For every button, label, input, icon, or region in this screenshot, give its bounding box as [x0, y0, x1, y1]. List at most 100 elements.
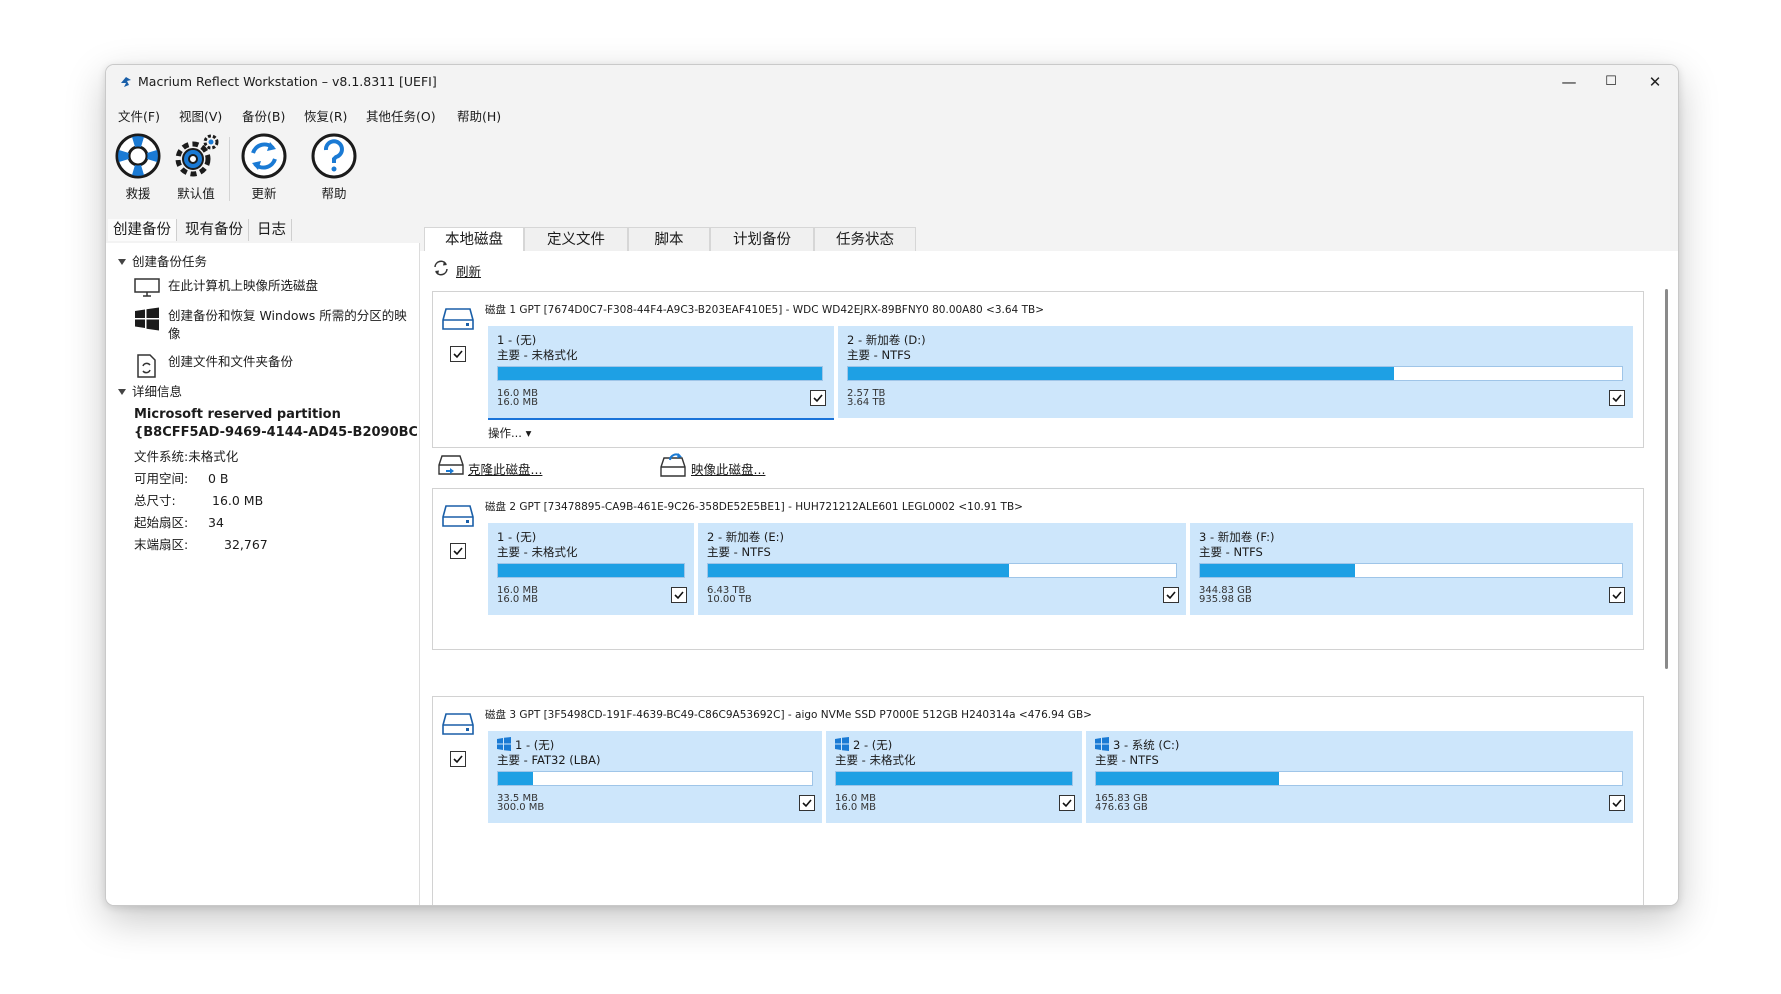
- partition-checkbox[interactable]: [1609, 587, 1625, 603]
- main-panel: 本地磁盘 定义文件 脚本 计划备份 任务状态 刷新 磁盘 1 GPT [7674…: [420, 219, 1678, 905]
- app-window: Macrium Reflect Workstation – v8.1.8311 …: [105, 64, 1679, 906]
- selected-partition-indicator: [488, 418, 834, 420]
- title-bar: Macrium Reflect Workstation – v8.1.8311 …: [106, 65, 1678, 99]
- windows-logo-icon: [497, 737, 511, 751]
- tab-existing-backups[interactable]: 现有备份: [180, 219, 249, 241]
- help-button[interactable]: 帮助: [304, 129, 364, 203]
- disk-3-partition-2[interactable]: 2 - (无) 主要 - 未格式化 16.0 MB 16.0 MB: [826, 731, 1082, 823]
- clone-disk-link[interactable]: 克隆此磁盘...: [468, 459, 542, 478]
- menu-restore[interactable]: 恢复(R): [304, 106, 347, 125]
- disk-3-panel: 磁盘 3 GPT [3F5498CD-191F-4639-BC49-C86C9A…: [432, 696, 1644, 905]
- checkmark-icon: [674, 591, 684, 600]
- tab-task-status[interactable]: 任务状态: [814, 227, 916, 251]
- disk-1-partition-1[interactable]: 1 - (无) 主要 - 未格式化 16.0 MB 16.0 MB: [488, 326, 834, 418]
- help-label: 帮助: [321, 186, 347, 201]
- menu-help[interactable]: 帮助(H): [457, 106, 501, 125]
- tab-scheduled-backups[interactable]: 计划备份: [710, 227, 814, 251]
- partition-type: 主要 - NTFS: [1095, 753, 1159, 767]
- refresh-icon: [434, 260, 448, 276]
- close-button[interactable]: ✕: [1632, 65, 1678, 99]
- detail-end-sector: 末端扇区: 32,767: [134, 537, 268, 552]
- partition-checkbox[interactable]: [1609, 795, 1625, 811]
- checkmark-icon: [813, 394, 823, 403]
- menu-other-tasks[interactable]: 其他任务(O): [366, 106, 436, 125]
- partition-checkbox[interactable]: [1059, 795, 1075, 811]
- defaults-button[interactable]: 默认值: [166, 129, 226, 203]
- partition-name: Microsoft reserved partition: [134, 407, 341, 422]
- usage-bar: [1095, 771, 1623, 786]
- detail-filesystem: 文件系统: 未格式化: [134, 449, 239, 464]
- checkmark-icon: [1166, 591, 1176, 600]
- usage-bar: [835, 771, 1073, 786]
- partition-guid: {B8CFF5AD-9469-4144-AD45-B2090BC7CF: [134, 425, 417, 440]
- image-disk-link[interactable]: 映像此磁盘...: [691, 459, 765, 478]
- main-tab-strip: 本地磁盘 定义文件 脚本 计划备份 任务状态: [420, 219, 1678, 251]
- menu-bar: 文件(F) 视图(V) 备份(B) 恢复(R) 其他任务(O) 帮助(H): [106, 99, 1678, 127]
- rescue-button[interactable]: 救援: [108, 129, 168, 203]
- partition-type: 主要 - FAT32 (LBA): [497, 753, 601, 767]
- tab-create-backup[interactable]: 创建备份: [108, 219, 177, 241]
- partition-type: 主要 - NTFS: [847, 348, 911, 362]
- disk-1-checkbox[interactable]: [450, 346, 466, 362]
- hard-disk-icon: [442, 505, 474, 527]
- disk-2-partition-2[interactable]: 2 - 新加卷 (E:) 主要 - NTFS 6.43 TB 10.00 TB: [698, 523, 1186, 615]
- disk-2-partition-3[interactable]: 3 - 新加卷 (F:) 主要 - NTFS 344.83 GB 935.98 …: [1190, 523, 1633, 615]
- partition-type: 主要 - 未格式化: [497, 545, 578, 559]
- partition-type: 主要 - 未格式化: [835, 753, 916, 767]
- usage-bar-fill: [836, 772, 1072, 785]
- menu-file[interactable]: 文件(F): [118, 106, 160, 125]
- maximize-button[interactable]: ☐: [1588, 65, 1634, 99]
- menu-view[interactable]: 视图(V): [179, 106, 222, 125]
- partition-name: 2 - 新加卷 (E:): [707, 530, 785, 544]
- partition-type: 主要 - NTFS: [707, 545, 771, 559]
- vertical-scrollbar[interactable]: [1665, 289, 1668, 669]
- task-image-windows-partitions[interactable]: 创建备份和恢复 Windows 所需的分区的映像: [134, 307, 414, 343]
- disk-3-checkbox[interactable]: [450, 751, 466, 767]
- tab-definition-files[interactable]: 定义文件: [524, 227, 628, 251]
- partition-checkbox[interactable]: [799, 795, 815, 811]
- partition-checkbox[interactable]: [1163, 587, 1179, 603]
- disk-2-checkbox[interactable]: [450, 543, 466, 559]
- partition-checkbox[interactable]: [671, 587, 687, 603]
- clone-disk-icon: [438, 455, 464, 475]
- checkmark-icon: [1612, 394, 1622, 403]
- update-button[interactable]: 更新: [234, 129, 294, 203]
- disk-3-partition-1[interactable]: 1 - (无) 主要 - FAT32 (LBA) 33.5 MB 300.0 M…: [488, 731, 822, 823]
- checkmark-icon: [1062, 799, 1072, 808]
- file-backup-icon: [137, 354, 156, 378]
- partition-checkbox[interactable]: [1609, 390, 1625, 406]
- usage-bar: [497, 771, 813, 786]
- partition-checkbox[interactable]: [810, 390, 826, 406]
- details-section-header[interactable]: 详细信息: [118, 381, 182, 400]
- tab-scripts[interactable]: 脚本: [628, 227, 710, 251]
- refresh-label: 刷新: [456, 264, 482, 279]
- tab-log[interactable]: 日志: [252, 219, 292, 241]
- usage-bar: [497, 563, 685, 578]
- task-file-folder-backup[interactable]: 创建文件和文件夹备份: [134, 353, 414, 378]
- disk-2-header: 磁盘 2 GPT [73478895-CA9B-461E-9C26-358DE5…: [485, 501, 1023, 513]
- window-title: Macrium Reflect Workstation – v8.1.8311 …: [138, 74, 437, 89]
- menu-backup[interactable]: 备份(B): [242, 106, 285, 125]
- details-section-title: 详细信息: [132, 384, 183, 399]
- windows-logo-icon: [835, 737, 849, 751]
- minimize-button[interactable]: —: [1546, 65, 1592, 99]
- disk-1-partition-2[interactable]: 2 - 新加卷 (D:) 主要 - NTFS 2.57 TB 3.64 TB: [838, 326, 1633, 418]
- task-image-disks[interactable]: 在此计算机上映像所选磁盘: [134, 277, 414, 297]
- partition-type: 主要 - 未格式化: [497, 348, 578, 362]
- tasks-section-header[interactable]: 创建备份任务: [118, 251, 207, 270]
- monitor-icon: [134, 278, 160, 297]
- disk-3-partition-3[interactable]: 3 - 系统 (C:) 主要 - NTFS 165.83 GB 476.63 G…: [1086, 731, 1633, 823]
- usage-bar-fill: [498, 564, 684, 577]
- disk-1-operations-menu[interactable]: 操作... ▾: [488, 425, 531, 441]
- partition-total: 3.64 TB: [847, 397, 886, 408]
- usage-bar-fill: [1200, 564, 1356, 577]
- rescue-label: 救援: [125, 186, 151, 201]
- update-label: 更新: [251, 186, 277, 201]
- tab-local-disks[interactable]: 本地磁盘: [424, 227, 524, 251]
- checkmark-icon: [453, 547, 463, 556]
- disk-2-partition-1[interactable]: 1 - (无) 主要 - 未格式化 16.0 MB 16.0 MB: [488, 523, 694, 615]
- usage-bar-fill: [848, 367, 1394, 380]
- partition-total: 16.0 MB: [835, 802, 876, 813]
- hard-disk-icon: [442, 308, 474, 330]
- collapse-triangle-icon: [118, 389, 126, 395]
